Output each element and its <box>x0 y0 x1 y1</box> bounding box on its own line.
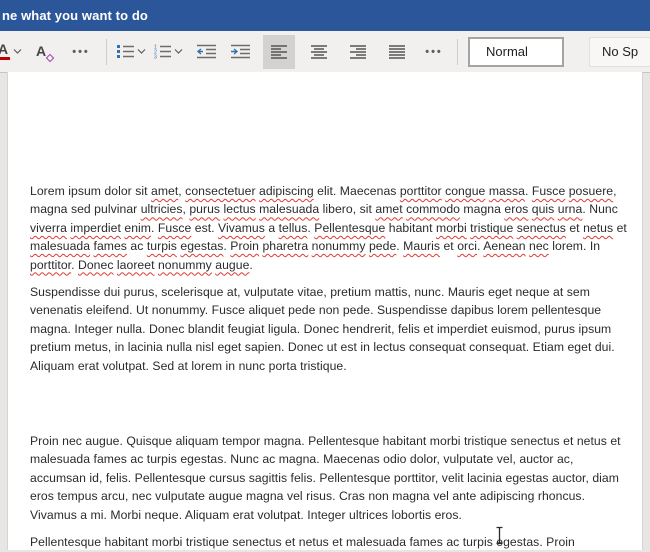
decrease-indent-button[interactable] <box>193 35 219 69</box>
paragraph[interactable]: Proin nec augue. Quisque aliquam tempor … <box>30 432 627 524</box>
document-page[interactable]: Lorem ipsum dolor sit amet, consectetuer… <box>7 72 643 550</box>
document-paragraphs: Lorem ipsum dolor sit amet, consectetuer… <box>8 72 642 552</box>
ribbon-toolbar: A A ••• 1 2 3 <box>0 31 650 73</box>
word-window: { "title_bar": { "text": "ne what you wa… <box>0 0 650 550</box>
paragraph[interactable]: Suspendisse dui purus, scelerisque at, v… <box>30 283 627 375</box>
decrease-indent-icon <box>197 44 216 59</box>
style-normal-button[interactable]: Normal <box>468 37 564 67</box>
more-paragraph-options-button[interactable]: ••• <box>421 35 447 69</box>
text-effects-button[interactable]: A <box>32 35 58 69</box>
bulleted-list-icon <box>117 44 134 59</box>
justify-icon <box>389 45 405 59</box>
font-color-button[interactable]: A <box>0 35 22 69</box>
numbered-list-icon: 1 2 3 <box>154 44 171 59</box>
style-normal-label: Normal <box>486 44 528 59</box>
title-bar: ne what you want to do <box>0 0 650 31</box>
style-no-spacing-button[interactable]: No Sp <box>589 37 650 67</box>
text-cursor-icon <box>494 526 505 545</box>
chevron-down-icon <box>13 49 22 54</box>
increase-indent-button[interactable] <box>227 35 253 69</box>
align-right-button[interactable] <box>342 35 374 69</box>
align-right-icon <box>350 45 366 59</box>
style-no-spacing-label: No Sp <box>602 44 638 59</box>
svg-text:3: 3 <box>154 55 157 59</box>
paragraph[interactable]: Lorem ipsum dolor sit amet, consectetuer… <box>30 182 627 274</box>
justify-button[interactable] <box>381 35 413 69</box>
bullets-button[interactable] <box>117 35 146 69</box>
more-font-options-button[interactable]: ••• <box>68 35 94 69</box>
chevron-down-icon <box>174 49 183 54</box>
styles-gallery: Normal No Sp <box>458 31 650 72</box>
font-color-icon: A <box>0 43 10 60</box>
align-left-button[interactable] <box>263 35 295 69</box>
group-divider <box>106 39 107 65</box>
tell-me-search-label[interactable]: ne what you want to do <box>2 8 148 23</box>
align-center-icon <box>311 45 327 59</box>
ellipsis-icon: ••• <box>425 46 443 58</box>
align-left-icon <box>271 45 287 59</box>
chevron-down-icon <box>137 49 146 54</box>
increase-indent-icon <box>231 44 250 59</box>
align-center-button[interactable] <box>303 35 335 69</box>
ellipsis-icon: ••• <box>72 46 90 58</box>
paragraph[interactable]: Pellentesque habitant morbi tristique se… <box>30 533 627 551</box>
text-effects-icon: A <box>36 43 54 61</box>
numbering-button[interactable]: 1 2 3 <box>154 35 183 69</box>
